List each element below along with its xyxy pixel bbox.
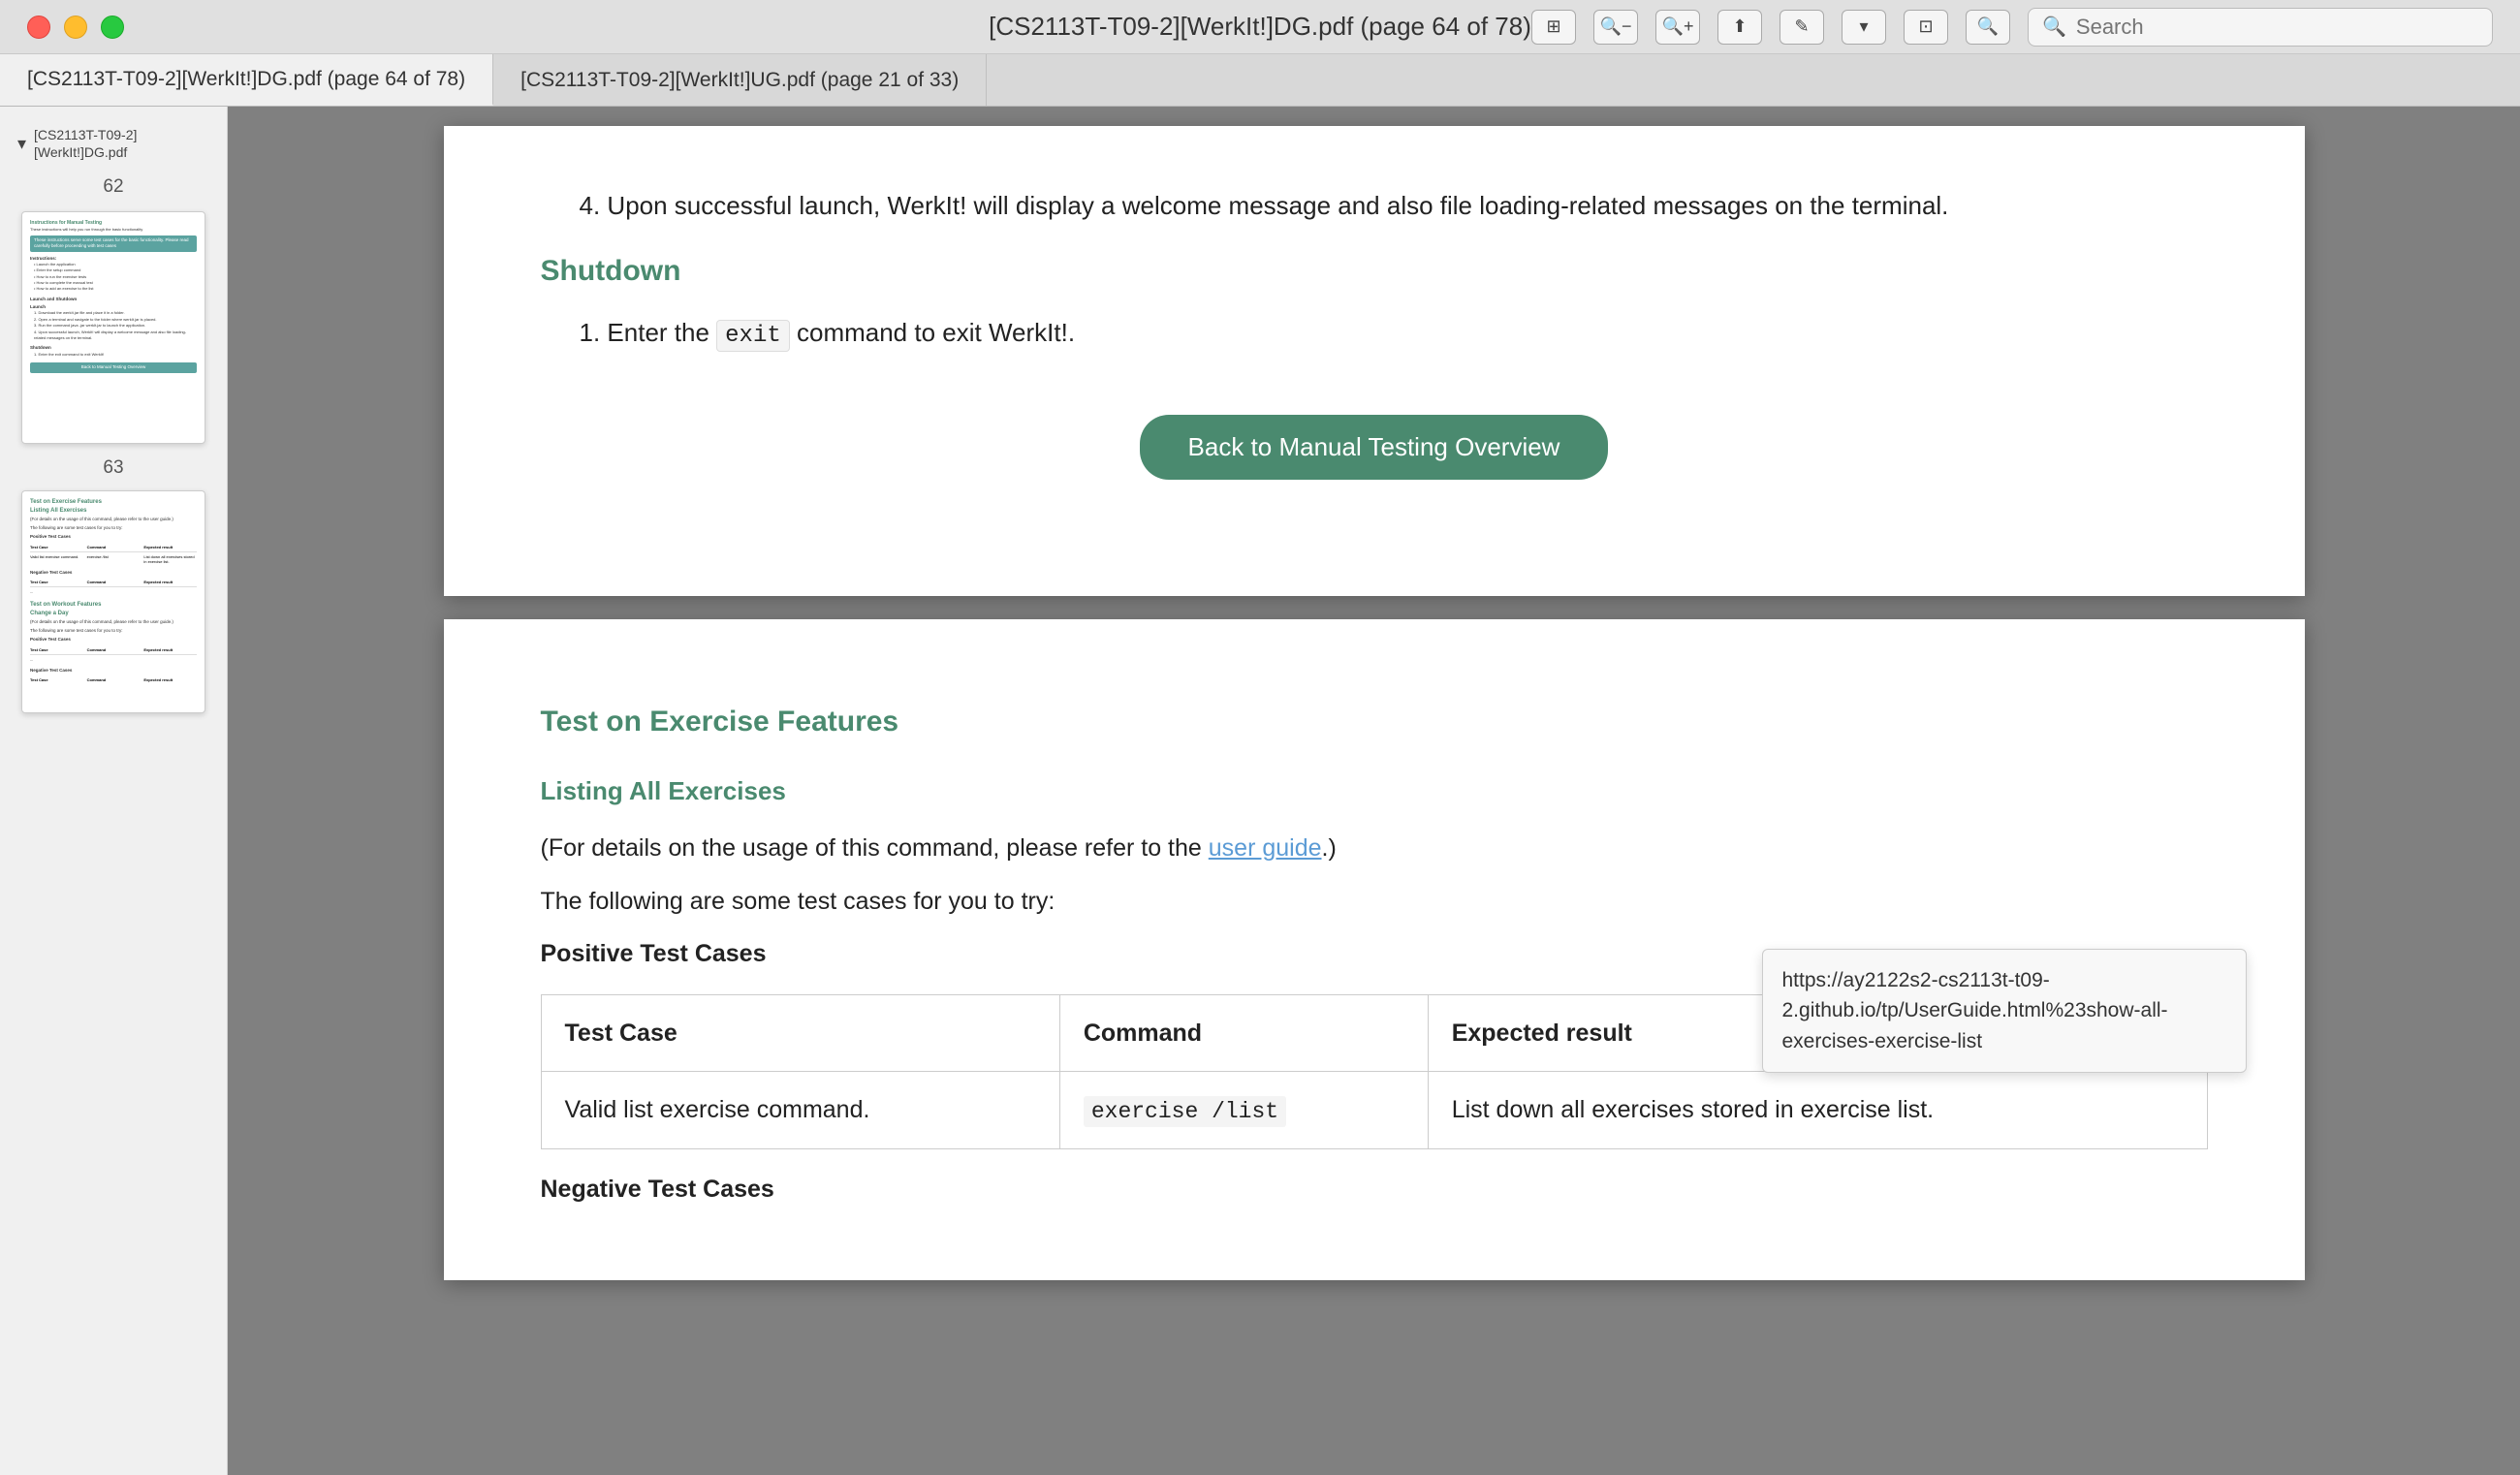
cell-test-case: Valid list exercise command. bbox=[541, 1072, 1059, 1149]
share-button[interactable]: ⬆ bbox=[1717, 10, 1762, 45]
back-button-container: Back to Manual Testing Overview bbox=[541, 386, 2208, 509]
main-layout: ▾ [CS2113T-T09-2][WerkIt!]DG.pdf 62 Inst… bbox=[0, 107, 2520, 1475]
pdf-page-63: 4. Upon successful launch, WerkIt! will … bbox=[444, 126, 2305, 596]
minimize-button[interactable] bbox=[64, 16, 87, 39]
tab-ug[interactable]: [CS2113T-T09-2][WerkIt!]UG.pdf (page 21 … bbox=[493, 54, 987, 106]
chevron-down-icon: ▾ bbox=[17, 134, 26, 154]
para2: The following are some test cases for yo… bbox=[541, 881, 2208, 923]
col-command: Command bbox=[1059, 994, 1428, 1072]
col-test-case: Test Case bbox=[541, 994, 1059, 1072]
search-bar: 🔍 bbox=[2028, 8, 2493, 47]
exercise-features-heading: Test on Exercise Features bbox=[541, 697, 2208, 746]
cell-command: exercise /list bbox=[1059, 1072, 1428, 1149]
maximize-button[interactable] bbox=[101, 16, 124, 39]
cell-expected: List down all exercises stored in exerci… bbox=[1428, 1072, 2207, 1149]
sidebar-filename: [CS2113T-T09-2][WerkIt!]DG.pdf bbox=[34, 126, 209, 161]
negative-test-cases-heading: Negative Test Cases bbox=[541, 1169, 2208, 1210]
close-button[interactable] bbox=[27, 16, 50, 39]
annotate-dropdown[interactable]: ▾ bbox=[1842, 10, 1886, 45]
pdf-page-64: Test on Exercise Features Listing All Ex… bbox=[444, 619, 2305, 1280]
listing-all-exercises-heading: Listing All Exercises bbox=[541, 769, 2208, 812]
zoom-in-button[interactable]: 🔍+ bbox=[1655, 10, 1700, 45]
sidebar-thumbnail-63[interactable]: Instructions for Manual Testing These in… bbox=[21, 211, 205, 444]
tab-dg[interactable]: [CS2113T-T09-2][WerkIt!]DG.pdf (page 64 … bbox=[0, 54, 493, 106]
step-1-shutdown: 1. Enter the exit command to exit WerkIt… bbox=[580, 311, 2208, 357]
sidebar-page-63-num: 63 bbox=[0, 452, 227, 485]
annotate-button[interactable]: ✎ bbox=[1780, 10, 1824, 45]
search-icon: 🔍 bbox=[2042, 15, 2066, 39]
traffic-lights bbox=[27, 16, 124, 39]
user-guide-link[interactable]: user guide bbox=[1209, 834, 1322, 862]
sidebar: ▾ [CS2113T-T09-2][WerkIt!]DG.pdf 62 Inst… bbox=[0, 107, 228, 1475]
exit-command: exit bbox=[716, 320, 790, 352]
url-tooltip: https://ay2122s2-cs2113t-t09-2.github.io… bbox=[1762, 949, 2247, 1074]
content-area[interactable]: 4. Upon successful launch, WerkIt! will … bbox=[228, 107, 2520, 1475]
sidebar-toggle-button[interactable]: ⊡ bbox=[1904, 10, 1948, 45]
view-toggle-button[interactable]: ⊞ bbox=[1531, 10, 1576, 45]
sidebar-thumbnail-64[interactable]: Test on Exercise Features Listing All Ex… bbox=[21, 490, 205, 713]
shutdown-heading: Shutdown bbox=[541, 246, 2208, 296]
step-4: 4. Upon successful launch, WerkIt! will … bbox=[580, 184, 2208, 227]
para1: (For details on the usage of this comman… bbox=[541, 828, 2208, 869]
sidebar-header[interactable]: ▾ [CS2113T-T09-2][WerkIt!]DG.pdf bbox=[0, 116, 227, 171]
search-input[interactable] bbox=[2076, 15, 2478, 40]
toolbar: ⊞ 🔍− 🔍+ ⬆ ✎ ▾ ⊡ 🔍 🔍 bbox=[1531, 8, 2493, 47]
sidebar-page-62-num: 62 bbox=[0, 171, 227, 204]
titlebar: [CS2113T-T09-2][WerkIt!]DG.pdf (page 64 … bbox=[0, 0, 2520, 54]
zoom-out-button[interactable]: 🔍− bbox=[1593, 10, 1638, 45]
find-button[interactable]: 🔍 bbox=[1966, 10, 2010, 45]
tabbar: [CS2113T-T09-2][WerkIt!]DG.pdf (page 64 … bbox=[0, 54, 2520, 107]
table-row: Valid list exercise command. exercise /l… bbox=[541, 1072, 2207, 1149]
back-to-manual-testing-button[interactable]: Back to Manual Testing Overview bbox=[1140, 415, 1609, 480]
window-title: [CS2113T-T09-2][WerkIt!]DG.pdf (page 64 … bbox=[989, 12, 1531, 42]
